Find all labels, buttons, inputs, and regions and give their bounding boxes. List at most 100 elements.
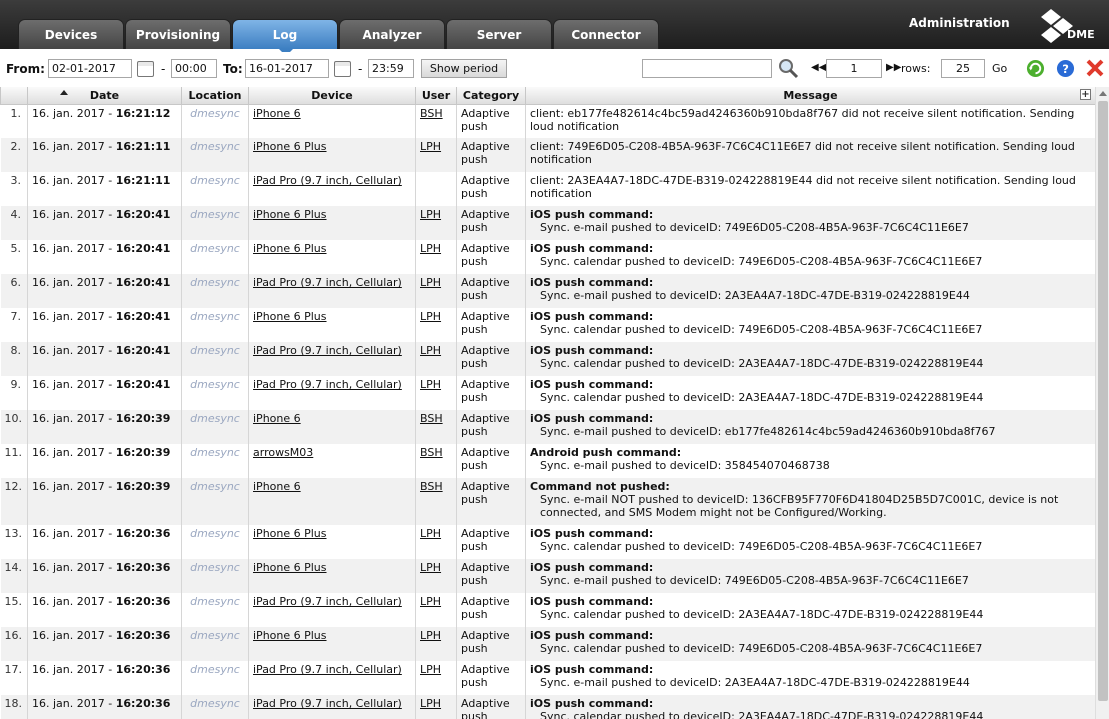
device-link[interactable]: iPhone 6 Plus bbox=[253, 208, 327, 221]
tab-connector[interactable]: Connector bbox=[553, 19, 659, 49]
device-link[interactable]: iPhone 6 Plus bbox=[253, 561, 327, 574]
device-link[interactable]: iPhone 6 bbox=[253, 412, 301, 425]
tab-log[interactable]: Log bbox=[232, 19, 338, 56]
user-link[interactable]: LPH bbox=[420, 378, 441, 391]
device-link[interactable]: arrowsM03 bbox=[253, 446, 313, 459]
search-input[interactable] bbox=[642, 59, 772, 78]
table-row[interactable]: 13. 16. jan. 2017 - 16:20:36 dmesync iPhone… bbox=[0, 525, 1096, 559]
user-link[interactable]: LPH bbox=[420, 276, 441, 289]
table-row[interactable]: 6. 16. jan. 2017 - 16:20:41 dmesync iPad Pr… bbox=[0, 274, 1096, 308]
table-row[interactable]: 14. 16. jan. 2017 - 16:20:36 dmesync iPhone… bbox=[0, 559, 1096, 593]
user-link[interactable]: BSH bbox=[420, 480, 443, 493]
user-link[interactable]: LPH bbox=[420, 561, 441, 574]
header-message[interactable]: Message + bbox=[525, 87, 1096, 105]
tab-provisioning[interactable]: Provisioning bbox=[125, 19, 231, 49]
device-link[interactable]: iPad Pro (9.7 inch, Cellular) bbox=[253, 378, 402, 391]
user-link[interactable]: LPH bbox=[420, 140, 441, 153]
device-link[interactable]: iPad Pro (9.7 inch, Cellular) bbox=[253, 697, 402, 710]
message-heading: iOS push command: bbox=[530, 378, 654, 391]
table-row[interactable]: 5. 16. jan. 2017 - 16:20:41 dmesync iPhone … bbox=[0, 240, 1096, 274]
table-row[interactable]: 11. 16. jan. 2017 - 16:20:39 dmesync arrows… bbox=[0, 444, 1096, 478]
user-link[interactable]: BSH bbox=[420, 446, 443, 459]
tab-analyzer[interactable]: Analyzer bbox=[339, 19, 445, 49]
device-link[interactable]: iPhone 6 Plus bbox=[253, 242, 327, 255]
device-link[interactable]: iPhone 6 Plus bbox=[253, 527, 327, 540]
row-date: 16. jan. 2017 - 16:20:36 bbox=[27, 695, 182, 719]
user-link[interactable]: LPH bbox=[420, 310, 441, 323]
device-link[interactable]: iPhone 6 Plus bbox=[253, 629, 327, 642]
rows-input[interactable] bbox=[941, 59, 985, 78]
scrollbar-thumb[interactable] bbox=[1098, 101, 1108, 701]
table-row[interactable]: 8. 16. jan. 2017 - 16:20:41 dmesync iPad Pr… bbox=[0, 342, 1096, 376]
close-icon[interactable] bbox=[1085, 58, 1105, 78]
expand-icon[interactable]: + bbox=[1080, 89, 1091, 100]
device-link[interactable]: iPhone 6 Plus bbox=[253, 140, 327, 153]
row-number: 8. bbox=[0, 342, 28, 376]
table-row[interactable]: 3. 16. jan. 2017 - 16:21:11 dmesync iPad Pr… bbox=[0, 172, 1096, 206]
to-time-input[interactable] bbox=[368, 59, 414, 78]
device-link[interactable]: iPad Pro (9.7 inch, Cellular) bbox=[253, 276, 402, 289]
device-link[interactable]: iPad Pro (9.7 inch, Cellular) bbox=[253, 174, 402, 187]
vertical-scrollbar[interactable] bbox=[1095, 87, 1109, 719]
scroll-up-icon[interactable] bbox=[1099, 91, 1107, 96]
row-date: 16. jan. 2017 - 16:20:39 bbox=[27, 410, 182, 444]
device-link[interactable]: iPhone 6 bbox=[253, 480, 301, 493]
table-row[interactable]: 12. 16. jan. 2017 - 16:20:39 dmesync iPhone… bbox=[0, 478, 1096, 525]
from-date-input[interactable] bbox=[48, 59, 132, 78]
user-link[interactable]: LPH bbox=[420, 697, 441, 710]
last-page-icon[interactable]: ▶▶ bbox=[886, 62, 901, 73]
table-row[interactable]: 10. 16. jan. 2017 - 16:20:39 dmesync iPhone… bbox=[0, 410, 1096, 444]
user-link[interactable]: LPH bbox=[420, 629, 441, 642]
from-calendar-icon[interactable] bbox=[137, 61, 154, 77]
from-time-input[interactable] bbox=[171, 59, 217, 78]
table-row[interactable]: 15. 16. jan. 2017 - 16:20:36 dmesync iPad P… bbox=[0, 593, 1096, 627]
row-user: LPH bbox=[415, 342, 457, 376]
table-row[interactable]: 9. 16. jan. 2017 - 16:20:41 dmesync iPad Pr… bbox=[0, 376, 1096, 410]
device-link[interactable]: iPad Pro (9.7 inch, Cellular) bbox=[253, 344, 402, 357]
go-button[interactable]: Go bbox=[992, 62, 1007, 75]
administration-link[interactable]: Administration bbox=[909, 16, 1010, 30]
message-body: Sync. e-mail pushed to deviceID: 2A3EA4A… bbox=[540, 289, 970, 302]
row-user: BSH bbox=[415, 410, 457, 444]
user-link[interactable]: LPH bbox=[420, 208, 441, 221]
user-link[interactable]: LPH bbox=[420, 527, 441, 540]
page-input[interactable] bbox=[826, 59, 882, 78]
row-message: iOS push command: Sync. e-mail pushed to … bbox=[525, 206, 1096, 240]
row-category: Adaptive push bbox=[456, 172, 526, 206]
header-location[interactable]: Location bbox=[181, 87, 249, 105]
header-device[interactable]: Device bbox=[248, 87, 416, 105]
tab-devices[interactable]: Devices bbox=[18, 19, 124, 49]
user-link[interactable]: LPH bbox=[420, 663, 441, 676]
header-date[interactable]: Date bbox=[27, 87, 182, 105]
to-calendar-icon[interactable] bbox=[334, 61, 351, 77]
user-link[interactable]: BSH bbox=[420, 107, 443, 120]
table-row[interactable]: 2. 16. jan. 2017 - 16:21:11 dmesync iPhone … bbox=[0, 138, 1096, 172]
user-link[interactable]: LPH bbox=[420, 595, 441, 608]
user-link[interactable]: LPH bbox=[420, 242, 441, 255]
search-icon[interactable] bbox=[777, 57, 799, 79]
show-period-button[interactable]: Show period bbox=[421, 59, 507, 78]
tab-server[interactable]: Server bbox=[446, 19, 552, 49]
row-location: dmesync bbox=[181, 172, 249, 206]
table-row[interactable]: 18. 16. jan. 2017 - 16:20:36 dmesync iPad P… bbox=[0, 695, 1096, 719]
user-link[interactable]: LPH bbox=[420, 344, 441, 357]
first-page-icon[interactable]: ◀◀ bbox=[811, 62, 826, 73]
device-link[interactable]: iPad Pro (9.7 inch, Cellular) bbox=[253, 663, 402, 676]
to-date-input[interactable] bbox=[245, 59, 329, 78]
refresh-icon[interactable] bbox=[1026, 59, 1045, 78]
table-row[interactable]: 16. 16. jan. 2017 - 16:20:36 dmesync iPhone… bbox=[0, 627, 1096, 661]
table-row[interactable]: 17. 16. jan. 2017 - 16:20:36 dmesync iPad P… bbox=[0, 661, 1096, 695]
header-category[interactable]: Category bbox=[456, 87, 526, 105]
device-link[interactable]: iPhone 6 bbox=[253, 107, 301, 120]
device-link[interactable]: iPhone 6 Plus bbox=[253, 310, 327, 323]
user-link[interactable]: BSH bbox=[420, 412, 443, 425]
table-row[interactable]: 1. 16. jan. 2017 - 16:21:12 dmesync iPhone … bbox=[0, 104, 1096, 138]
device-link[interactable]: iPad Pro (9.7 inch, Cellular) bbox=[253, 595, 402, 608]
header-user[interactable]: User bbox=[415, 87, 457, 105]
row-category: Adaptive push bbox=[456, 410, 526, 444]
table-row[interactable]: 4. 16. jan. 2017 - 16:20:41 dmesync iPhone … bbox=[0, 206, 1096, 240]
row-location: dmesync bbox=[181, 104, 249, 138]
help-icon[interactable]: ? bbox=[1056, 59, 1075, 78]
table-row[interactable]: 7. 16. jan. 2017 - 16:20:41 dmesync iPhone … bbox=[0, 308, 1096, 342]
row-message: iOS push command: Sync. e-mail pushed to … bbox=[525, 559, 1096, 593]
